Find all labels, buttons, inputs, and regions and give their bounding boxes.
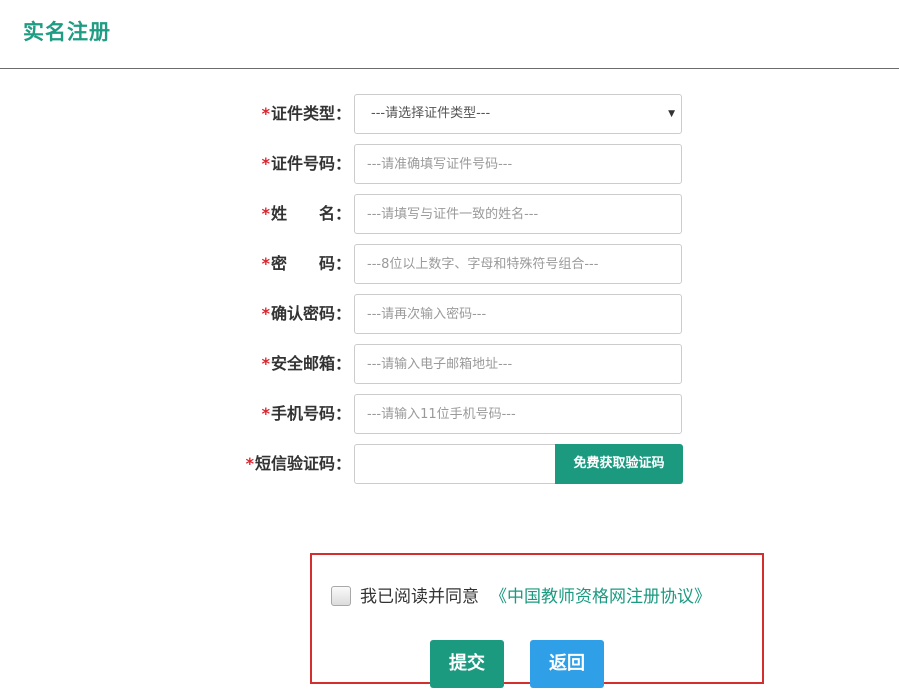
back-button[interactable]: 返回	[530, 640, 604, 688]
form-row-id-type: *证件类型： ---请选择证件类型--- ▼	[0, 94, 899, 134]
confirm-password-label: *确认密码：	[262, 294, 351, 334]
id-number-label: *证件号码：	[262, 144, 351, 184]
agreement-checkbox[interactable]	[331, 586, 351, 606]
form-row-confirm-password: *确认密码：	[0, 294, 899, 334]
agreement-text: 我已阅读并同意	[360, 587, 479, 607]
submit-button[interactable]: 提交	[430, 640, 504, 688]
password-label-text: 密 码：	[270, 254, 351, 273]
id-type-label-text: 证件类型：	[270, 104, 351, 123]
phone-input[interactable]	[354, 394, 682, 434]
password-input[interactable]	[354, 244, 682, 284]
id-type-select[interactable]: ---请选择证件类型--- ▼	[354, 94, 682, 134]
confirm-password-input[interactable]	[354, 294, 682, 334]
page-header: 实名注册	[0, 0, 899, 69]
name-label: *姓 名：	[262, 194, 351, 234]
required-mark: *	[261, 154, 270, 173]
sms-code-input[interactable]	[354, 444, 556, 484]
required-mark: *	[261, 304, 270, 323]
registration-page: 实名注册 *证件类型： ---请选择证件类型--- ▼ *证件号码： *姓 名：…	[0, 0, 899, 700]
id-number-input[interactable]	[354, 144, 682, 184]
name-input[interactable]	[354, 194, 682, 234]
password-label: *密 码：	[262, 244, 351, 284]
required-mark: *	[261, 104, 270, 123]
get-sms-code-button[interactable]: 免费获取验证码	[555, 444, 683, 484]
form-row-password: *密 码：	[0, 244, 899, 284]
id-number-label-text: 证件号码：	[270, 154, 351, 173]
form-row-name: *姓 名：	[0, 194, 899, 234]
email-label: *安全邮箱：	[262, 344, 351, 384]
confirm-password-label-text: 确认密码：	[270, 304, 351, 323]
email-input[interactable]	[354, 344, 682, 384]
required-mark: *	[261, 404, 270, 423]
form-row-email: *安全邮箱：	[0, 344, 899, 384]
phone-label: *手机号码：	[262, 394, 351, 434]
required-mark: *	[261, 354, 270, 373]
name-label-text: 姓 名：	[270, 204, 351, 223]
required-mark: *	[261, 204, 270, 223]
email-label-text: 安全邮箱：	[270, 354, 351, 373]
sms-code-label: *短信验证码：	[246, 444, 351, 484]
agreement-link[interactable]: 《中国教师资格网注册协议》	[490, 585, 711, 609]
phone-label-text: 手机号码：	[270, 404, 351, 423]
required-mark: *	[245, 454, 254, 473]
form-row-id-number: *证件号码：	[0, 144, 899, 184]
page-title: 实名注册	[23, 20, 111, 44]
id-type-selected-value: ---请选择证件类型---	[371, 106, 491, 121]
required-mark: *	[261, 254, 270, 273]
form-row-phone: *手机号码：	[0, 394, 899, 434]
id-type-label: *证件类型：	[262, 94, 351, 134]
chevron-down-icon: ▼	[668, 109, 675, 119]
sms-code-label-text: 短信验证码：	[254, 454, 351, 473]
form-row-sms-code: *短信验证码： 免费获取验证码	[0, 444, 899, 484]
